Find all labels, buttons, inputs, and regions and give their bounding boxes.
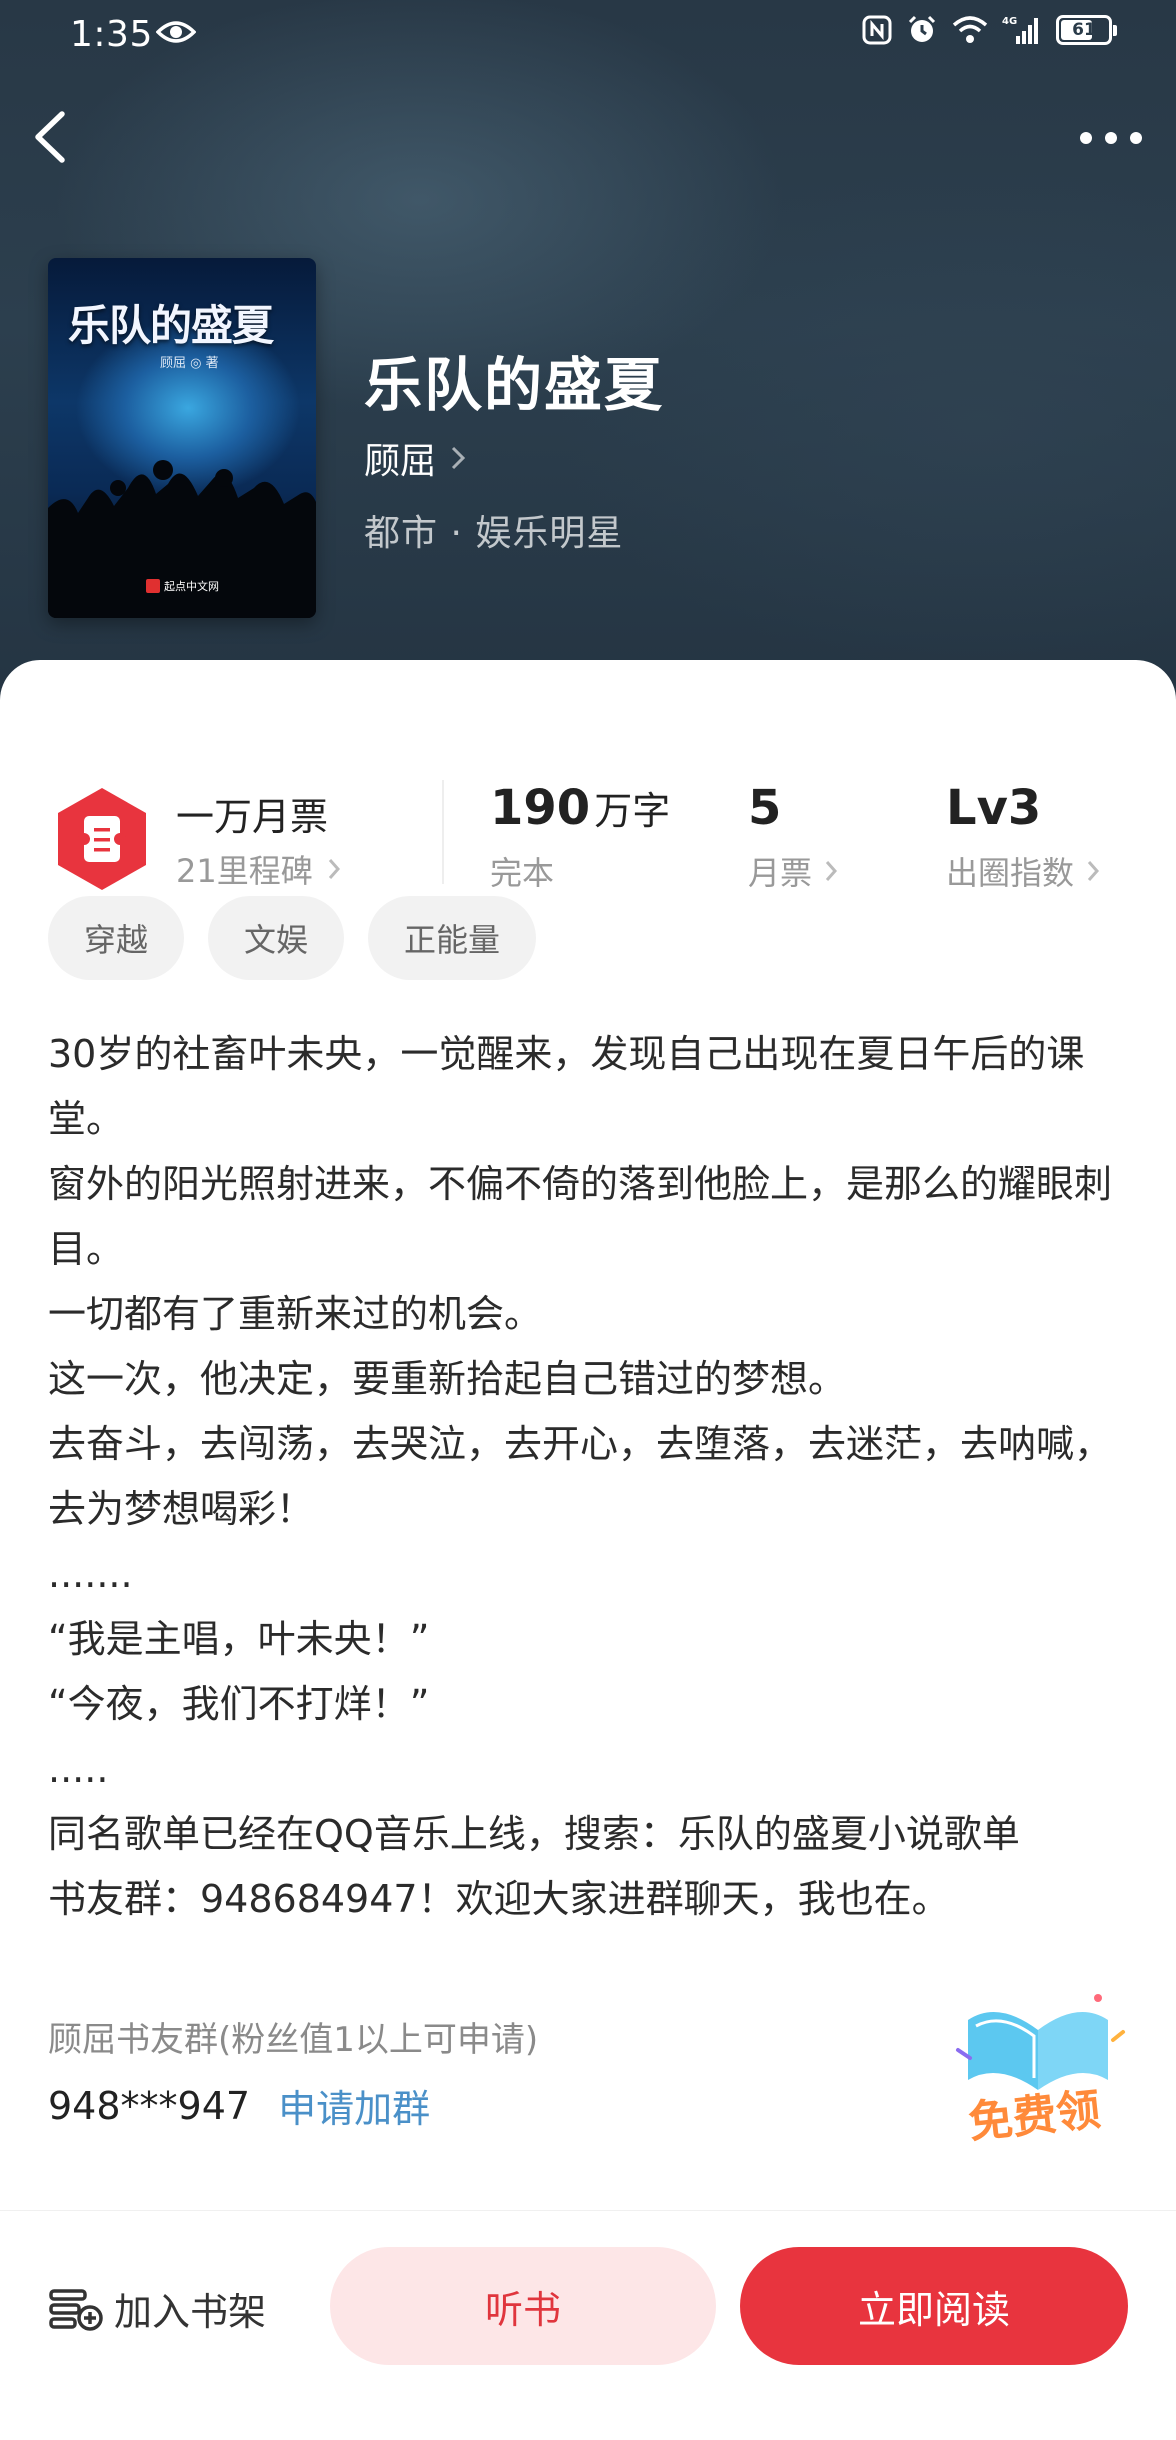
- chevron-right-icon: [825, 861, 838, 881]
- ticket-milestone-title[interactable]: 一万月票: [176, 786, 328, 841]
- free-promo-badge[interactable]: 免费领: [948, 1980, 1128, 2150]
- add-to-shelf-label: 加入书架: [114, 2290, 267, 2334]
- bottom-action-bar: 加入书架 听书 立即阅读: [0, 2210, 1176, 2401]
- description-line: “我是主唱，叶未央！”: [48, 1617, 430, 1661]
- words-value: 190: [490, 780, 591, 836]
- chevron-right-icon: [1087, 861, 1100, 881]
- description-line: .......: [48, 1552, 133, 1596]
- author-link[interactable]: 顾屈: [364, 432, 466, 484]
- publisher-logo-icon: [146, 579, 160, 593]
- chevron-right-icon: [328, 859, 340, 879]
- fan-group-number: 948***947: [48, 2083, 251, 2128]
- status-icons: 4G 61: [862, 14, 1117, 46]
- book-genre[interactable]: 都市 · 娱乐明星: [364, 504, 623, 556]
- chevron-right-icon: [451, 446, 466, 470]
- book-cover[interactable]: 乐队的盛夏 顾屈 ◎ 著 起点中文网: [48, 258, 316, 618]
- eye-icon: [156, 21, 196, 43]
- cover-publisher: 起点中文网: [146, 578, 219, 594]
- words-unit: 万字: [594, 789, 671, 833]
- index-label: 出圈指数: [946, 854, 1075, 892]
- description-line: 30岁的社畜叶未央，一觉醒来，发现自己出现在夏日午后的课堂。: [48, 1032, 1085, 1141]
- book-header: 1:35 4G 61 乐队的盛夏 顾屈 ◎ 著 起点中文网 乐队的盛夏 顾屈 都…: [0, 0, 1176, 720]
- bookshelf-add-icon: [49, 2288, 103, 2331]
- cover-author: 顾屈 ◎ 著: [160, 356, 219, 371]
- description-line: 去奋斗，去闯荡，去哭泣，去开心，去堕落，去迷茫，去呐喊，去为梦想喝彩！: [48, 1422, 1113, 1531]
- cover-publisher-text: 起点中文网: [164, 580, 219, 593]
- battery-icon: 61: [1056, 15, 1117, 45]
- words-label: 完本: [490, 854, 555, 892]
- alarm-icon: [908, 15, 936, 42]
- add-to-shelf-button[interactable]: 加入书架: [48, 2281, 266, 2336]
- back-arrow-icon[interactable]: [26, 108, 76, 166]
- signal-icon: 4G: [1002, 16, 1038, 44]
- book-detail-card: 一万月票 21里程碑 190 万字 完本 5 月票 Lv3 出圈指数 穿越 文娱…: [0, 660, 1176, 2440]
- status-bar: 1:35 4G 61: [0, 0, 1176, 70]
- description-line: 书友群：948684947！欢迎大家进群聊天，我也在。: [48, 1877, 950, 1921]
- cover-title: 乐队的盛夏: [68, 301, 274, 350]
- wifi-icon: [952, 16, 988, 43]
- stat-popularity-index[interactable]: Lv3 出圈指数: [946, 780, 1100, 894]
- ticket-milestone-sub: 21里程碑: [176, 852, 313, 890]
- book-description: 30岁的社畜叶未央，一觉醒来，发现自己出现在夏日午后的课堂。 窗外的阳光照射进来…: [48, 1022, 1138, 1932]
- description-line: 同名歌单已经在QQ音乐上线，搜索：乐队的盛夏小说歌单: [48, 1812, 1020, 1856]
- fan-group-name: 顾屈书友群(粉丝值1以上可申请): [48, 2020, 539, 2060]
- listen-button[interactable]: 听书: [330, 2247, 716, 2365]
- monthly-label: 月票: [748, 854, 813, 892]
- ticket-milestone-link[interactable]: 21里程碑: [176, 846, 341, 892]
- tag-chip[interactable]: 文娱: [208, 896, 345, 980]
- author-name: 顾屈: [364, 441, 437, 482]
- ticket-icon[interactable]: [54, 786, 150, 892]
- nfc-icon: [862, 15, 892, 45]
- fan-group-row: 948***947 申请加群: [48, 2078, 430, 2133]
- divider: [442, 780, 444, 884]
- stat-monthly-ticket[interactable]: 5 月票: [748, 780, 838, 894]
- description-line: “今夜，我们不打烊！”: [48, 1682, 430, 1726]
- read-now-button[interactable]: 立即阅读: [740, 2247, 1128, 2365]
- description-line: 一切都有了重新来过的机会。: [48, 1292, 543, 1336]
- free-promo-label: 免费领: [966, 2084, 1103, 2149]
- description-line: 窗外的阳光照射进来，不偏不倚的落到他脸上，是那么的耀眼刺目。: [48, 1162, 1113, 1271]
- tag-list: 穿越 文娱 正能量: [48, 896, 537, 980]
- stat-words: 190 万字 完本: [490, 780, 670, 894]
- stats-row: 一万月票 21里程碑 190 万字 完本 5 月票 Lv3 出圈指数: [0, 720, 1176, 892]
- monthly-value: 5: [748, 780, 782, 836]
- battery-level: 61: [1072, 20, 1096, 40]
- join-group-link[interactable]: 申请加群: [278, 2078, 430, 2133]
- more-dots-icon[interactable]: [1076, 118, 1146, 158]
- book-title: 乐队的盛夏: [364, 351, 665, 419]
- status-time: 1:35: [70, 14, 153, 55]
- svg-text:4G: 4G: [1002, 16, 1017, 27]
- tag-chip[interactable]: 穿越: [48, 896, 185, 980]
- description-line: 这一次，他决定，要重新拾起自己错过的梦想。: [48, 1357, 847, 1401]
- tag-chip[interactable]: 正能量: [368, 896, 537, 980]
- description-line: .....: [48, 1747, 109, 1791]
- index-value: Lv3: [946, 780, 1042, 836]
